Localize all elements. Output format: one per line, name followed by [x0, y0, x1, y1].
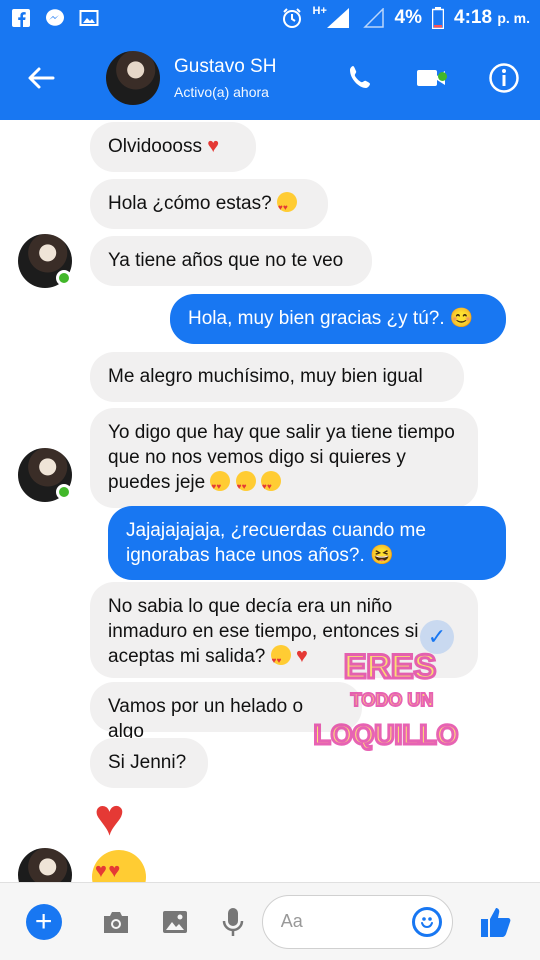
message-incoming[interactable]: Vamos por un helado o algo — [90, 682, 362, 742]
chat-header: Gustavo SH Activo(a) ahora — [0, 36, 540, 120]
message-outgoing[interactable]: Jajajajajaja, ¿recuerdas cuando me ignor… — [108, 506, 506, 580]
message-text: No sabia lo que decía era un niño inmadu… — [108, 596, 419, 667]
message-composer: + — [0, 882, 540, 960]
heart-eyes-emoji-icon — [261, 471, 282, 499]
heart-emoji-icon: ♥ — [295, 645, 308, 667]
message-incoming[interactable]: Ya tiene años que no te veo — [90, 236, 372, 286]
network-type: H+ — [312, 5, 327, 17]
watermark-line2: TODO UN — [351, 690, 434, 710]
thumbs-up-icon — [481, 907, 511, 937]
seen-check-icon: ✓ — [420, 620, 454, 654]
signal-empty-icon — [362, 7, 385, 29]
message-text: Me alegro muchísimo, muy bien igual — [108, 366, 423, 387]
contact-avatar[interactable] — [106, 51, 160, 105]
emoji-button[interactable] — [411, 906, 442, 937]
message-input-container[interactable] — [261, 894, 453, 949]
online-dot — [56, 270, 72, 286]
back-button[interactable] — [0, 36, 82, 120]
message-text: Si Jenni? — [108, 752, 187, 773]
large-heart-emoji-icon[interactable]: ♥ — [94, 792, 144, 844]
like-button[interactable] — [453, 883, 540, 960]
info-icon — [489, 63, 519, 93]
contact-status: Activo(a) ahora — [174, 84, 269, 100]
message-incoming[interactable]: No sabia lo que decía era un niño inmadu… — [90, 582, 478, 678]
sender-avatar[interactable] — [18, 848, 72, 882]
message-incoming[interactable]: Si Jenni? — [90, 738, 208, 788]
message-input[interactable] — [280, 911, 401, 932]
battery-icon — [432, 7, 445, 29]
clock-ampm: p. m. — [497, 10, 530, 26]
gallery-button[interactable] — [145, 883, 203, 960]
clock: 4:18 p. m. — [454, 7, 530, 29]
online-dot — [438, 72, 447, 81]
heart-eyes-emoji-icon — [210, 471, 231, 499]
message-text: Jajajajajaja, ¿recuerdas cuando me ignor… — [126, 520, 426, 566]
microphone-icon — [222, 907, 243, 936]
message-incoming[interactable]: Olvidoooss ♥ — [90, 122, 256, 172]
more-button[interactable]: + — [0, 883, 87, 960]
phone-icon — [350, 66, 370, 88]
smiley-icon — [420, 916, 433, 928]
contact-name: Gustavo SH — [174, 56, 277, 77]
message-list[interactable]: Olvidoooss ♥ Hola ¿cómo estas? Ya tiene … — [0, 120, 540, 882]
message-incoming[interactable]: Me alegro muchísimo, muy bien igual — [90, 352, 464, 402]
signal-icon: H+ — [312, 5, 353, 29]
plus-icon: + — [25, 903, 62, 940]
heart-emoji-icon: ♥ — [207, 135, 220, 157]
battery-percent: 4% — [394, 7, 423, 28]
back-arrow-icon — [28, 67, 55, 89]
message-text: Olvidoooss — [108, 136, 202, 157]
message-text: Vamos por un helado o algo — [108, 696, 304, 742]
heart-eyes-emoji-icon — [235, 471, 256, 499]
online-dot — [56, 484, 72, 500]
info-button[interactable] — [468, 36, 540, 120]
alarm-icon — [281, 7, 303, 29]
status-icons-right: H+ 4% 4:18 p. m. — [281, 5, 530, 29]
contact-info[interactable]: Gustavo SH Activo(a) ahora — [174, 56, 276, 100]
gallery-icon — [78, 7, 100, 29]
message-outgoing[interactable]: Hola, muy bien gracias ¿y tú?. 😊 — [170, 294, 506, 344]
status-icons-left — [10, 7, 100, 29]
status-bar: H+ 4% 4:18 p. m. — [0, 0, 540, 36]
heart-eyes-emoji-icon — [276, 192, 297, 220]
image-icon — [162, 910, 187, 933]
video-call-button[interactable] — [396, 36, 468, 120]
messenger-icon — [44, 7, 66, 29]
message-incoming[interactable]: Yo digo que hay que salir ya tiene tiemp… — [90, 408, 478, 508]
camera-icon — [104, 911, 129, 933]
voice-button[interactable] — [204, 883, 262, 960]
camera-button[interactable] — [87, 883, 145, 960]
large-heart-eyes-emoji-icon[interactable] — [92, 850, 146, 882]
message-text: Hola ¿cómo estas? — [108, 193, 272, 214]
heart-eyes-emoji-icon — [270, 645, 291, 673]
message-text: Hola, muy bien gracias ¿y tú?. 😊 — [188, 308, 474, 329]
header-actions — [324, 36, 540, 120]
message-text: Ya tiene años que no te veo — [108, 250, 344, 271]
call-button[interactable] — [324, 36, 396, 120]
facebook-icon — [10, 7, 32, 29]
message-text: Yo digo que hay que salir ya tiene tiemp… — [108, 422, 455, 493]
message-incoming[interactable]: Hola ¿cómo estas? — [90, 179, 328, 229]
clock-time: 4:18 — [454, 7, 493, 28]
